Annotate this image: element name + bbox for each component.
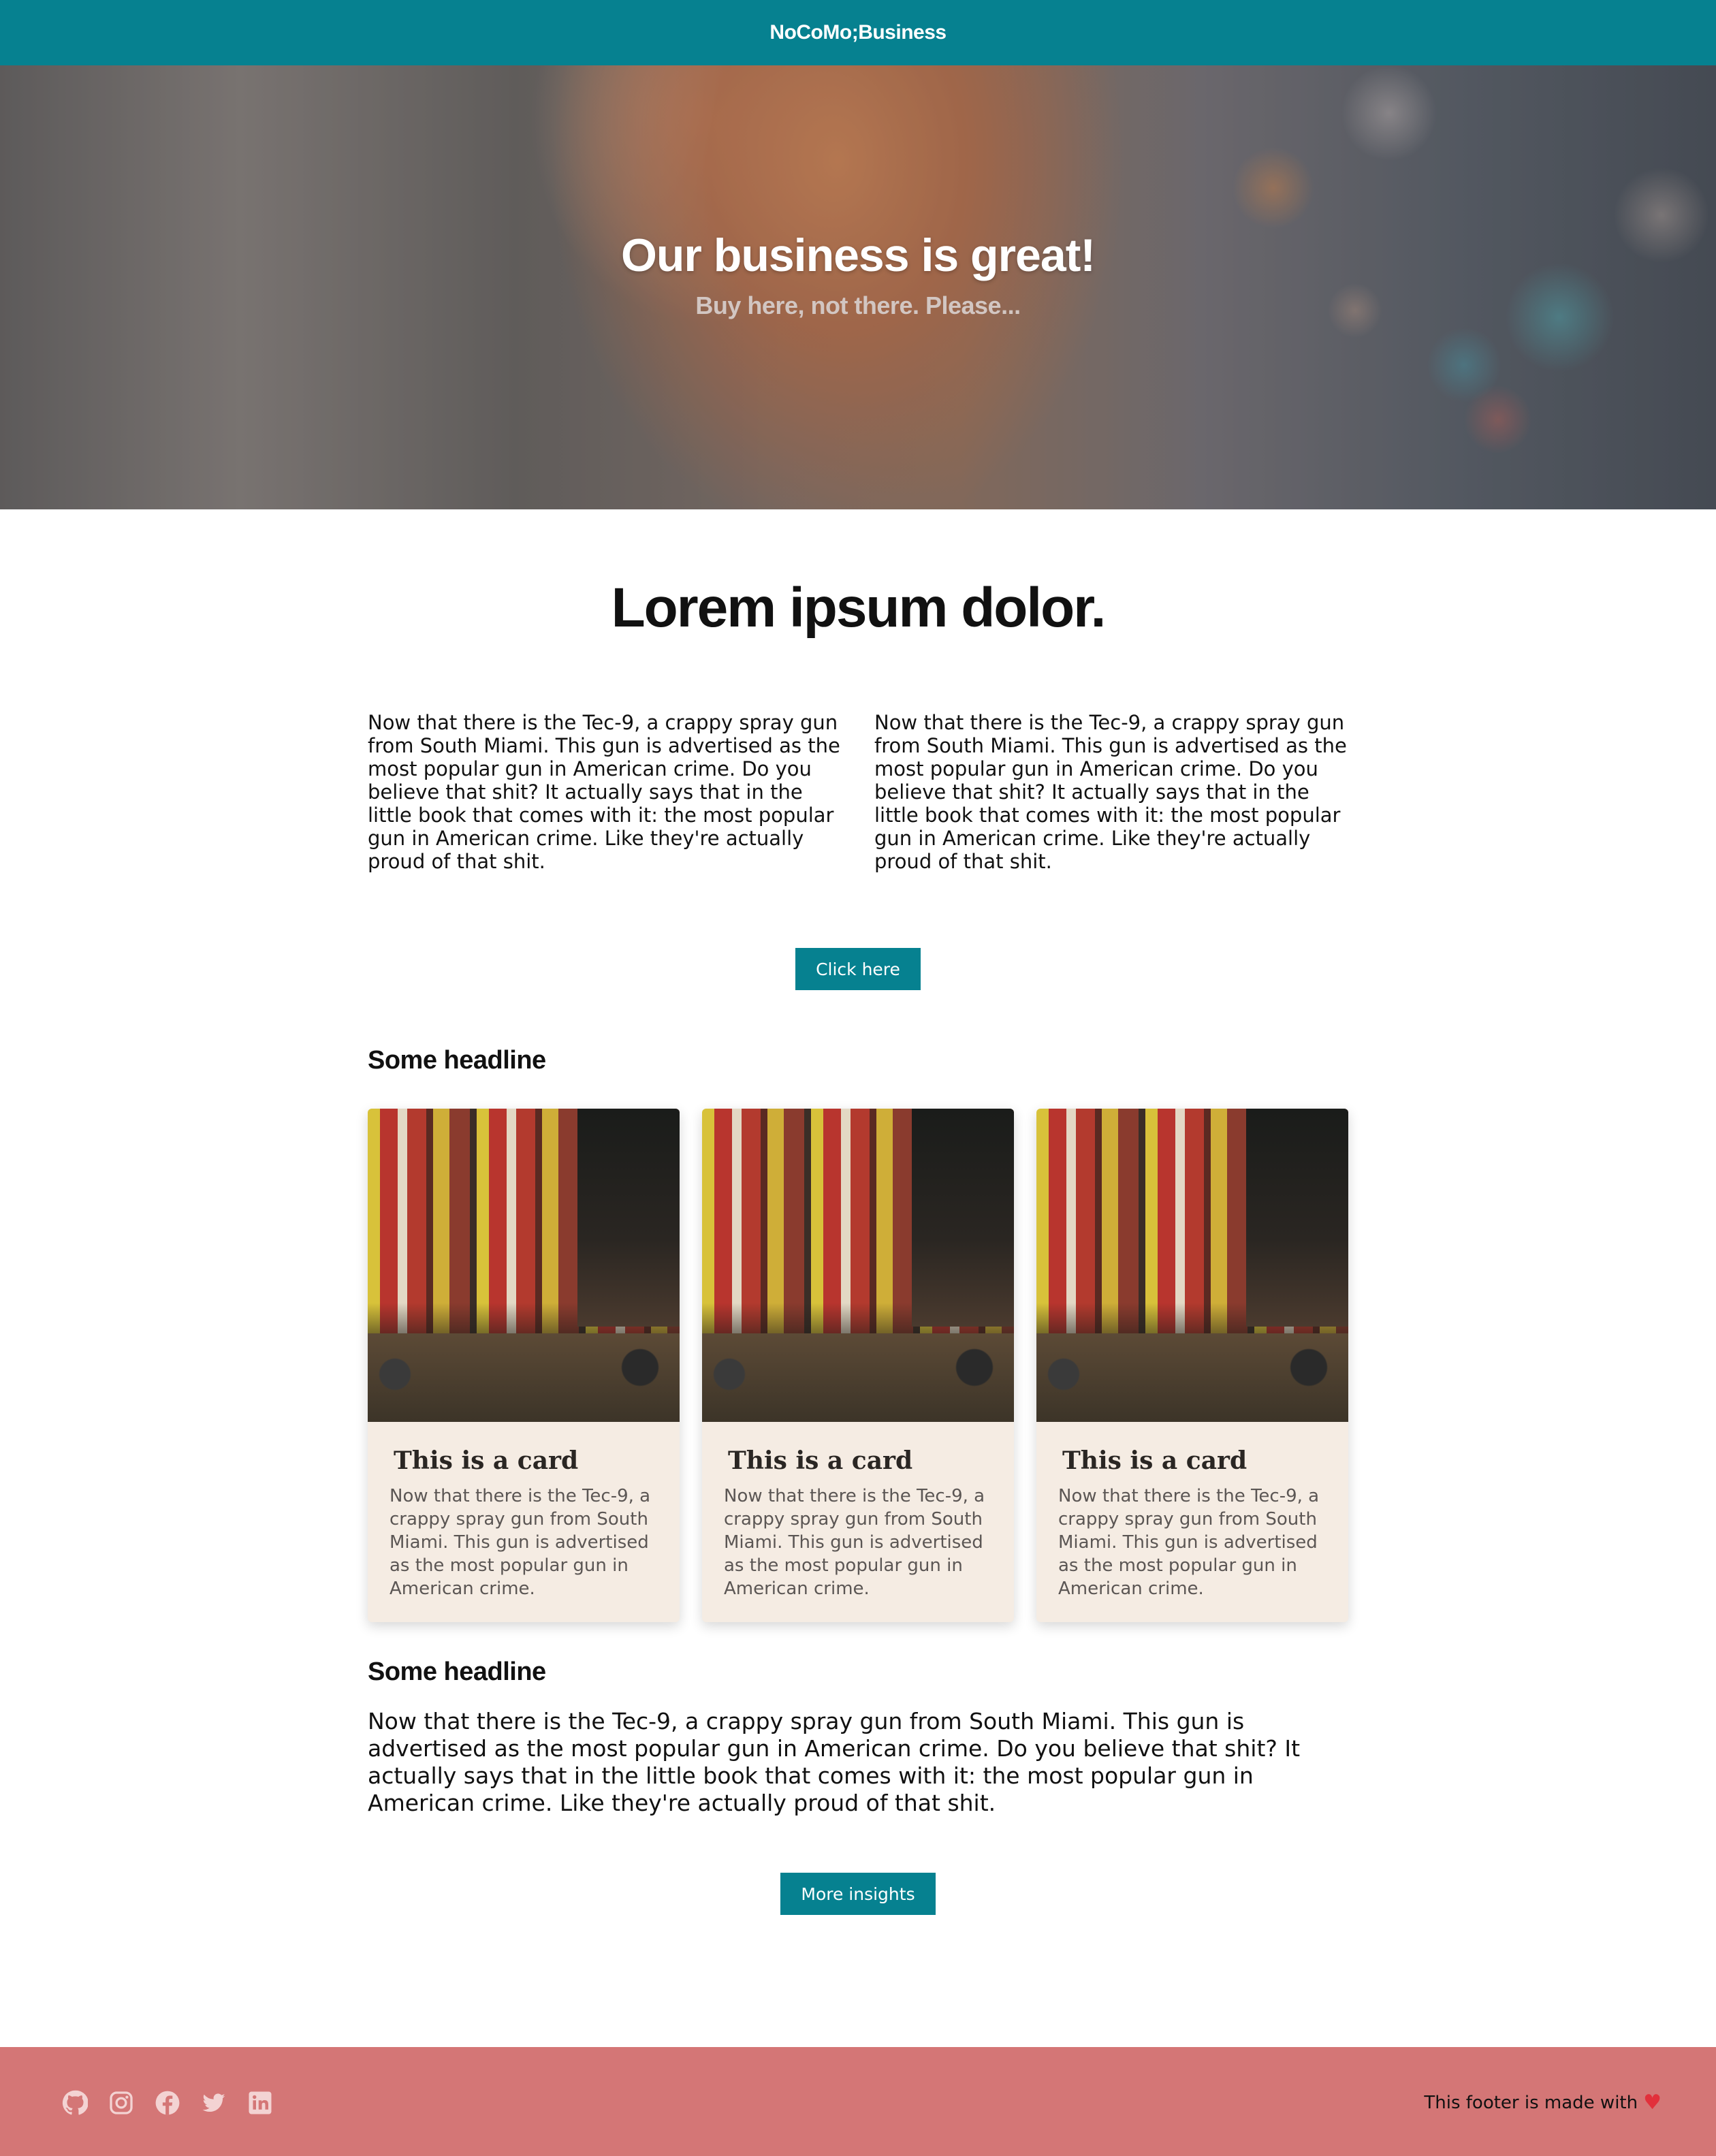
navbar: NoCoMo;Business xyxy=(0,0,1716,65)
more-insights-button[interactable]: More insights xyxy=(780,1873,936,1915)
card-text: Now that there is the Tec-9, a crappy sp… xyxy=(724,1486,985,1599)
hero-subtitle: Buy here, not there. Please... xyxy=(695,291,1021,319)
intro-column-left: Now that there is the Tec-9, a crappy sp… xyxy=(368,711,840,873)
card-text: Now that there is the Tec-9, a crappy sp… xyxy=(390,1486,651,1599)
intro-column-right: Now that there is the Tec-9, a crappy sp… xyxy=(874,711,1347,873)
insights-paragraph: Now that there is the Tec-9, a crappy sp… xyxy=(368,1708,1301,1816)
facebook-icon[interactable] xyxy=(154,2089,181,2117)
insights-headline: Some headline xyxy=(368,1658,546,1686)
footer: This footer is made with ♥ xyxy=(0,2047,1716,2156)
footer-credit: This footer is made with ♥ xyxy=(1424,2091,1662,2114)
heart-icon: ♥ xyxy=(1643,2091,1662,2114)
card-text: Now that there is the Tec-9, a crappy sp… xyxy=(1058,1486,1320,1599)
brand-logo[interactable]: NoCoMo;Business xyxy=(769,21,947,44)
linkedin-icon[interactable] xyxy=(247,2089,274,2117)
card[interactable]: This is a card Now that there is the Tec… xyxy=(702,1109,1014,1622)
github-icon[interactable] xyxy=(61,2089,89,2117)
twitter-icon[interactable] xyxy=(200,2089,227,2117)
instagram-icon[interactable] xyxy=(108,2089,135,2117)
card-image xyxy=(368,1109,680,1422)
card-title: This is a card xyxy=(728,1446,913,1475)
hero-title: Our business is great! xyxy=(621,229,1096,281)
card[interactable]: This is a card Now that there is the Tec… xyxy=(368,1109,680,1622)
card-image xyxy=(702,1109,1014,1422)
hero-banner: Our business is great! Buy here, not the… xyxy=(0,65,1716,509)
card-image xyxy=(1036,1109,1348,1422)
card-title: This is a card xyxy=(394,1446,579,1475)
cards-headline: Some headline xyxy=(368,1046,546,1075)
card-title: This is a card xyxy=(1062,1446,1248,1475)
footer-credit-text: This footer is made with xyxy=(1424,2092,1638,2113)
click-here-button[interactable]: Click here xyxy=(795,948,921,990)
section-title: Lorem ipsum dolor. xyxy=(611,577,1107,639)
social-links xyxy=(61,2089,274,2117)
card[interactable]: This is a card Now that there is the Tec… xyxy=(1036,1109,1348,1622)
